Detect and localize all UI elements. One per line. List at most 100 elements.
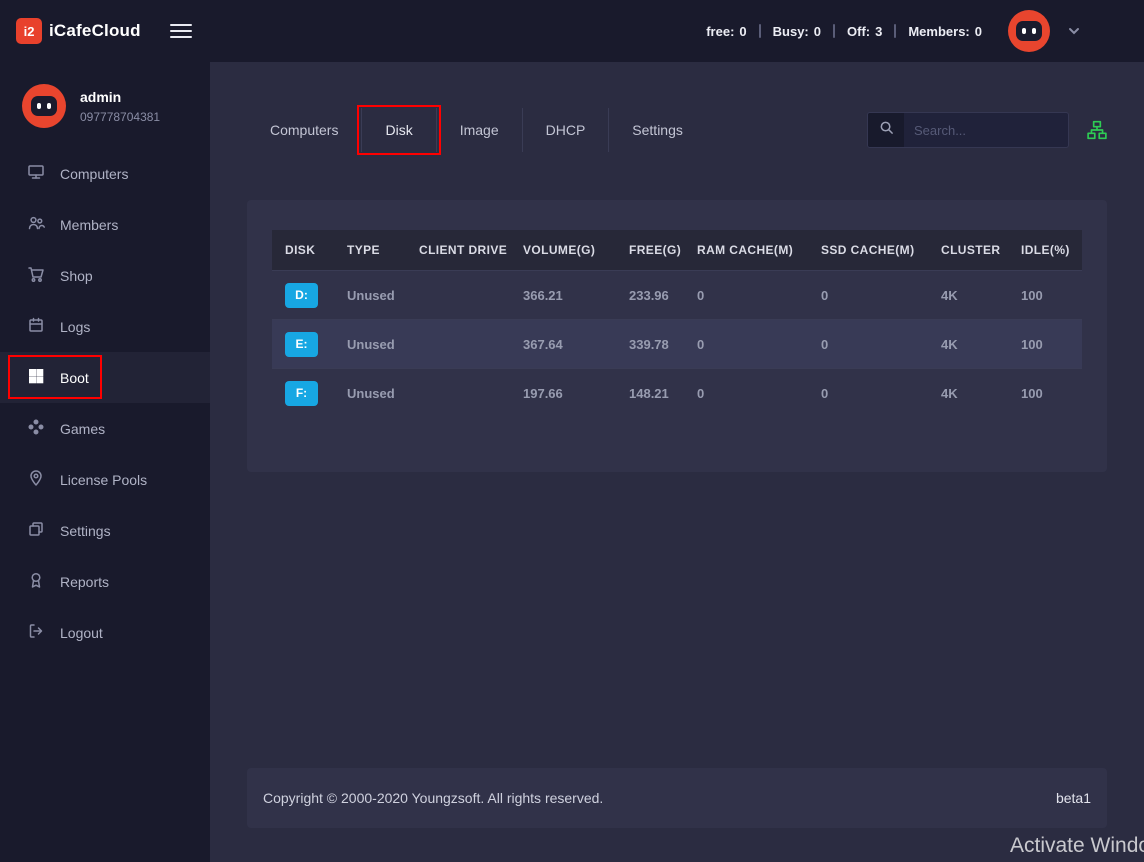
cell-free: 148.21 [616, 386, 684, 401]
cell-cluster: 4K [928, 337, 1008, 352]
brand-area: i2 iCafeCloud [0, 0, 210, 62]
hamburger-menu-icon[interactable] [170, 20, 192, 42]
table-row[interactable]: F: Unused 197.66 148.21 0 0 4K 100 [272, 368, 1082, 417]
stat-off-value: 3 [875, 24, 882, 39]
disk-badge: E: [285, 332, 318, 357]
sidebar-item-label: Games [60, 421, 105, 437]
stat-off-label: Off: [847, 24, 870, 39]
column-header: TYPE [334, 243, 406, 257]
cell-type: Unused [334, 288, 406, 303]
brand-logo-icon: i2 [16, 18, 42, 44]
sidebar-item-shop[interactable]: Shop [0, 250, 210, 301]
logout-icon [27, 622, 45, 643]
windows-icon [27, 367, 45, 388]
stat-busy-value: 0 [814, 24, 821, 39]
cell-free: 233.96 [616, 288, 684, 303]
topbar: i2 iCafeCloud free: 0 Busy: 0 Off: 3 Member… [0, 0, 1144, 62]
sidebar-profile: admin 097778704381 [0, 62, 210, 142]
avatar-robot-face [31, 96, 57, 116]
cell-ssd-cache: 0 [808, 386, 928, 401]
column-header: IDLE(%) [1008, 243, 1082, 257]
stat-divider [894, 24, 896, 38]
stat-divider [759, 24, 761, 38]
column-header: DISK [272, 243, 334, 257]
copyright-text: Copyright © 2000-2020 Youngzsoft. All ri… [263, 790, 603, 806]
tab-image[interactable]: Image [437, 108, 523, 152]
sidebar: admin 097778704381 Computers Members Sho… [0, 62, 210, 862]
activate-windows-watermark: Activate Windo [1010, 834, 1144, 858]
sidebar-item-games[interactable]: Games [0, 403, 210, 454]
search-icon [879, 120, 894, 140]
sidebar-item-members[interactable]: Members [0, 199, 210, 250]
tab-dhcp[interactable]: DHCP [523, 108, 610, 152]
people-icon [27, 214, 45, 235]
disk-table-card: DISK TYPE CLIENT DRIVE VOLUME(G) FREE(G)… [247, 200, 1107, 472]
column-header: VOLUME(G) [510, 243, 616, 257]
cell-cluster: 4K [928, 386, 1008, 401]
cell-type: Unused [334, 386, 406, 401]
sidebar-item-boot[interactable]: Boot [0, 352, 210, 403]
column-header: FREE(G) [616, 243, 684, 257]
sidebar-item-reports[interactable]: Reports [0, 556, 210, 607]
table-row[interactable]: D: Unused 366.21 233.96 0 0 4K 100 [272, 270, 1082, 319]
cell-volume: 197.66 [510, 386, 616, 401]
stat-members-value: 0 [975, 24, 982, 39]
table-row[interactable]: E: Unused 367.64 339.78 0 0 4K 100 [272, 319, 1082, 368]
search-button[interactable] [868, 113, 904, 147]
cell-ram-cache: 0 [684, 386, 808, 401]
status-counters: free: 0 Busy: 0 Off: 3 Members: 0 [706, 24, 982, 39]
tab-computers[interactable]: Computers [247, 108, 362, 152]
cell-volume: 367.64 [510, 337, 616, 352]
cell-ssd-cache: 0 [808, 288, 928, 303]
calendar-icon [27, 316, 45, 337]
sidebar-item-settings[interactable]: Settings [0, 505, 210, 556]
main-content: Computers Disk Image DHCP Settings DISK [210, 62, 1144, 862]
column-header: RAM CACHE(M) [684, 243, 808, 257]
brand-logo[interactable]: i2 iCafeCloud [16, 18, 141, 44]
tab-settings[interactable]: Settings [609, 108, 706, 152]
stat-members-label: Members: [908, 24, 969, 39]
disk-badge: F: [285, 381, 318, 406]
stat-free-label: free: [706, 24, 734, 39]
column-header: CLIENT DRIVE [406, 243, 510, 257]
version-label: beta1 [1056, 790, 1091, 806]
sidebar-item-license-pools[interactable]: License Pools [0, 454, 210, 505]
tabs-row: Computers Disk Image DHCP Settings [247, 108, 1107, 152]
hierarchy-icon[interactable] [1087, 120, 1107, 140]
sidebar-item-logs[interactable]: Logs [0, 301, 210, 352]
cell-ssd-cache: 0 [808, 337, 928, 352]
search-box [867, 112, 1069, 148]
chevron-down-icon[interactable] [1068, 25, 1080, 37]
cell-cluster: 4K [928, 288, 1008, 303]
sidebar-item-label: Computers [60, 166, 128, 182]
search-input[interactable] [904, 113, 1069, 147]
stat-free-value: 0 [739, 24, 746, 39]
sidebar-item-computers[interactable]: Computers [0, 148, 210, 199]
report-badge-icon [27, 571, 45, 592]
user-avatar[interactable] [1008, 10, 1050, 52]
sidebar-item-label: Logs [60, 319, 90, 335]
sidebar-item-label: Shop [60, 268, 93, 284]
profile-name: admin [80, 89, 160, 105]
stat-busy-label: Busy: [773, 24, 809, 39]
tab-disk[interactable]: Disk [362, 108, 436, 152]
cell-idle: 100 [1008, 288, 1082, 303]
sidebar-item-label: Reports [60, 574, 109, 590]
cell-idle: 100 [1008, 386, 1082, 401]
column-header: SSD CACHE(M) [808, 243, 928, 257]
disk-badge: D: [285, 283, 318, 308]
license-pin-icon [27, 469, 45, 490]
sidebar-item-label: Logout [60, 625, 103, 641]
sidebar-item-label: Boot [60, 370, 89, 386]
sidebar-item-logout[interactable]: Logout [0, 607, 210, 658]
sidebar-nav: Computers Members Shop Logs Boot Games L… [0, 148, 210, 658]
stat-divider [833, 24, 835, 38]
cell-ram-cache: 0 [684, 288, 808, 303]
layers-icon [27, 520, 45, 541]
footer: Copyright © 2000-2020 Youngzsoft. All ri… [247, 768, 1107, 828]
sidebar-item-label: Members [60, 217, 118, 233]
cell-idle: 100 [1008, 337, 1082, 352]
column-header: CLUSTER [928, 243, 1008, 257]
cell-ram-cache: 0 [684, 337, 808, 352]
brand-name: iCafeCloud [49, 21, 141, 41]
